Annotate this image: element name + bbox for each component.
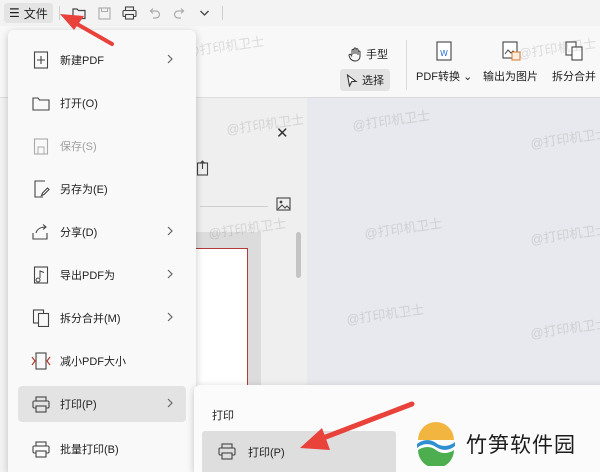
chevron-down-icon[interactable]	[194, 2, 216, 24]
chevron-right-icon	[166, 397, 174, 412]
menu-item-compress[interactable]: 减小PDF大小	[18, 343, 186, 379]
chevron-right-icon	[166, 268, 174, 283]
menu-item-batch-print[interactable]: 批量打印(B)	[18, 431, 186, 467]
save-as-icon	[30, 178, 52, 200]
split-merge-icon	[30, 307, 52, 329]
submenu-title: 打印	[212, 410, 234, 422]
hamburger-icon: ☰	[9, 6, 20, 20]
separator	[406, 40, 407, 90]
menu-item-new-pdf[interactable]: 新建PDF	[18, 42, 186, 78]
svg-text:W: W	[440, 49, 448, 58]
hand-icon	[348, 47, 361, 62]
title-bar: ☰ 文件	[0, 0, 600, 26]
chevron-right-icon	[166, 53, 174, 68]
menu-item-label: 批量打印(B)	[60, 444, 119, 456]
hand-tool-button[interactable]: 手型	[344, 44, 392, 64]
submenu-item-label: 打印(P)	[248, 446, 285, 459]
divider	[200, 206, 268, 207]
undo-icon[interactable]	[144, 2, 166, 24]
folder-open-icon[interactable]	[69, 2, 91, 24]
chevron-down-icon: ⌄	[463, 71, 473, 83]
split-merge-button[interactable]: 拆分合并	[552, 40, 596, 84]
menu-item-split-merge[interactable]: 拆分合并(M)	[18, 300, 186, 336]
pdf-convert-label: PDF转换	[416, 71, 460, 83]
menu-item-label: 新建PDF	[60, 55, 104, 67]
batch-print-icon	[30, 438, 52, 460]
separator	[221, 6, 223, 20]
menu-item-open[interactable]: 打开(O)	[18, 85, 186, 121]
file-menu: 新建PDF 打开(O) 保存(S) 另存为(E) 分享(D) 导出PDF为 拆分…	[8, 30, 196, 472]
menu-item-label: 打印(P)	[60, 399, 97, 411]
image-icon[interactable]	[276, 197, 291, 214]
menu-item-label: 打开(O)	[60, 98, 98, 110]
menu-item-save-as[interactable]: 另存为(E)	[18, 171, 186, 207]
close-icon[interactable]: ✕	[276, 124, 289, 142]
menu-item-export-pdf[interactable]: 导出PDF为	[18, 257, 186, 293]
split-merge-icon	[565, 41, 583, 61]
menu-item-label: 保存(S)	[60, 141, 97, 153]
export-image-label: 输出为图片	[483, 71, 538, 83]
new-pdf-icon	[30, 49, 52, 71]
redo-icon[interactable]	[169, 2, 191, 24]
menu-item-save[interactable]: 保存(S)	[18, 128, 186, 164]
chevron-right-icon	[166, 225, 174, 240]
print-icon[interactable]	[119, 2, 141, 24]
export-page-icon[interactable]	[196, 160, 210, 179]
hand-tool-label: 手型	[366, 49, 388, 61]
share-icon	[30, 221, 52, 243]
file-menu-label: 文件	[23, 6, 48, 21]
split-merge-label: 拆分合并	[552, 71, 596, 83]
export-pdf-icon	[30, 264, 52, 286]
submenu-item-print[interactable]: 打印(P)	[202, 431, 396, 472]
menu-item-print[interactable]: 打印(P)	[18, 386, 186, 422]
separator	[58, 6, 60, 20]
site-logo: 竹笋软件园	[414, 422, 576, 466]
menu-item-label: 减小PDF大小	[60, 356, 126, 368]
image-export-icon	[501, 41, 520, 61]
file-menu-button[interactable]: ☰ 文件	[4, 3, 53, 23]
menu-item-label: 导出PDF为	[60, 270, 115, 282]
logo-text: 竹笋软件园	[466, 433, 576, 457]
menu-item-label: 另存为(E)	[60, 184, 108, 196]
menu-item-share[interactable]: 分享(D)	[18, 214, 186, 250]
menu-item-label: 分享(D)	[60, 227, 98, 239]
menu-item-label: 拆分合并(M)	[60, 313, 121, 325]
export-image-button[interactable]: 输出为图片	[483, 40, 538, 84]
pdf-convert-icon: W	[436, 41, 452, 61]
folder-icon	[30, 92, 52, 114]
print-icon	[216, 441, 238, 463]
save-icon	[30, 135, 52, 157]
pdf-convert-button[interactable]: W PDF转换 ⌄	[416, 40, 472, 84]
print-icon	[30, 393, 52, 415]
cursor-icon	[346, 73, 358, 87]
logo-icon	[416, 422, 456, 466]
scrollbar[interactable]	[296, 232, 301, 278]
chevron-right-icon	[166, 311, 174, 326]
compress-icon	[30, 350, 52, 372]
select-tool-button[interactable]: 选择	[340, 69, 390, 91]
select-tool-label: 选择	[362, 75, 384, 87]
save-icon[interactable]	[94, 2, 116, 24]
